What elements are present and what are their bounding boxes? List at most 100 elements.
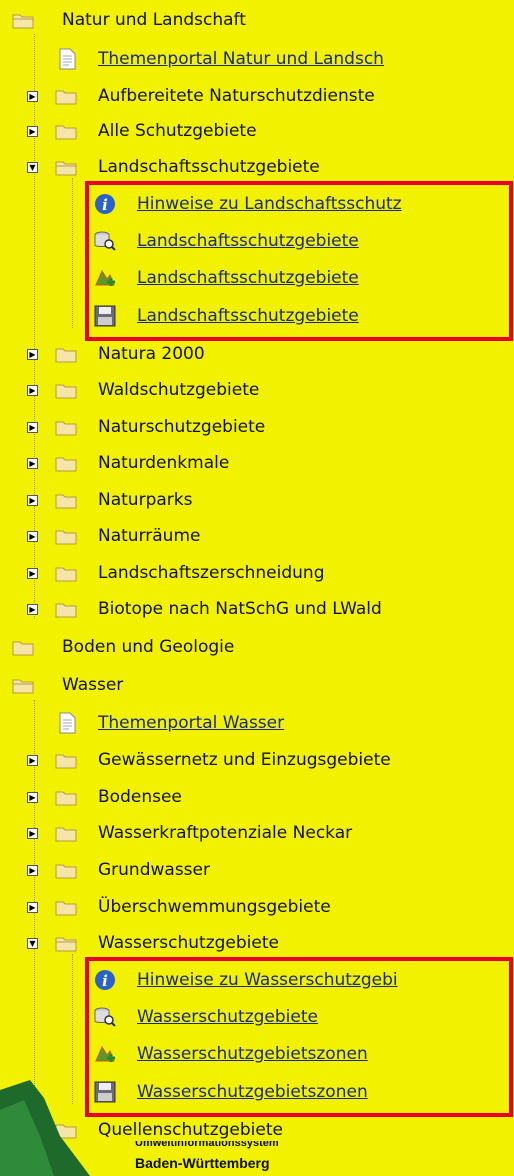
folder-icon bbox=[55, 754, 77, 769]
tree-folder-naturparks[interactable]: ▶ Naturparks bbox=[0, 486, 514, 514]
expand-icon[interactable]: ▶ bbox=[27, 91, 38, 102]
expand-icon[interactable]: ▶ bbox=[27, 865, 38, 876]
expand-icon[interactable]: ▶ bbox=[27, 792, 38, 803]
info-icon: i bbox=[95, 194, 115, 214]
svg-text:i: i bbox=[102, 972, 108, 990]
tree-folder-naturraeume[interactable]: ▶ Naturräume bbox=[0, 522, 514, 550]
tree-folder-zerschneidung[interactable]: ▶ Landschaftszerschneidung bbox=[0, 559, 514, 587]
folder-label: Wasserschutzgebiete bbox=[98, 933, 279, 953]
expand-icon[interactable]: ▶ bbox=[27, 458, 38, 469]
expand-icon[interactable]: ▶ bbox=[27, 755, 38, 766]
document-icon bbox=[59, 712, 76, 734]
tree-folder-natura[interactable]: ▶ Natura 2000 bbox=[0, 340, 514, 368]
add-layer-link[interactable]: Wasserschutzgebietszonen bbox=[137, 1044, 368, 1064]
tree-item-wsg-search[interactable]: Wasserschutzgebiete bbox=[0, 1003, 514, 1031]
download-link[interactable]: Wasserschutzgebietszonen bbox=[137, 1082, 368, 1102]
tree-folder-nsg[interactable]: ▶ Naturschutzgebiete bbox=[0, 413, 514, 441]
folder-label: Naturdenkmale bbox=[98, 453, 230, 473]
folder-label: Boden und Geologie bbox=[62, 637, 235, 657]
tree-folder-wasserschutzgebiete[interactable]: ▼ Wasserschutzgebiete bbox=[0, 929, 514, 957]
tree-folder-boden[interactable]: Boden und Geologie bbox=[0, 633, 514, 661]
hinweise-link[interactable]: Hinweise zu Landschaftsschutz bbox=[137, 194, 402, 214]
add-layer-link[interactable]: Landschaftsschutzgebiete bbox=[137, 268, 359, 288]
folder-icon bbox=[55, 348, 77, 363]
folder-open-icon bbox=[12, 14, 34, 29]
tree-folder-wasser[interactable]: Wasser bbox=[0, 671, 514, 699]
folder-label: Wasser bbox=[62, 675, 124, 695]
folder-label: Landschaftszerschneidung bbox=[98, 563, 325, 583]
folder-label: Überschwemmungsgebiete bbox=[98, 897, 331, 917]
expand-icon[interactable]: ▶ bbox=[27, 349, 38, 360]
tree-item-hinweise-lsg[interactable]: i Hinweise zu Landschaftsschutz bbox=[0, 190, 514, 218]
database-search-icon bbox=[94, 1007, 116, 1027]
tree-folder-aufbereitete[interactable]: ▶ Aufbereitete Naturschutzdienste bbox=[0, 82, 514, 110]
folder-open-icon bbox=[55, 937, 77, 952]
folder-icon bbox=[55, 603, 77, 618]
folder-label: Natur und Landschaft bbox=[62, 10, 246, 30]
folder-icon bbox=[55, 125, 77, 140]
logo-line1: Umweltinformationssystem bbox=[135, 1141, 279, 1149]
collapse-icon[interactable]: ▼ bbox=[27, 938, 38, 949]
folder-label: Naturparks bbox=[98, 490, 193, 510]
tree-item-lsg-search[interactable]: Landschaftsschutzgebiete bbox=[0, 227, 514, 255]
folder-icon bbox=[55, 90, 77, 105]
folder-icon bbox=[12, 641, 34, 656]
themenportal-link[interactable]: Themenportal Wasser bbox=[98, 713, 284, 733]
tree-folder-wald[interactable]: ▶ Waldschutzgebiete bbox=[0, 376, 514, 404]
info-icon: i bbox=[95, 970, 115, 990]
tree-folder-landschaftsschutzgebiete[interactable]: ▼ Landschaftsschutzgebiete bbox=[0, 153, 514, 181]
tree-folder-grundwasser[interactable]: ▶ Grundwasser bbox=[0, 856, 514, 884]
expand-icon[interactable]: ▶ bbox=[27, 531, 38, 542]
folder-label: Gewässernetz und Einzugsgebiete bbox=[98, 750, 391, 770]
tree-folder-natur[interactable]: Natur und Landschaft bbox=[0, 6, 514, 34]
expand-icon[interactable]: ▶ bbox=[27, 828, 38, 839]
search-layer-link[interactable]: Wasserschutzgebiete bbox=[137, 1007, 318, 1027]
folder-icon bbox=[55, 791, 77, 806]
expand-icon[interactable]: ▶ bbox=[27, 422, 38, 433]
folder-icon bbox=[55, 421, 77, 436]
tree-folder-bodensee[interactable]: ▶ Bodensee bbox=[0, 783, 514, 811]
folder-icon bbox=[55, 494, 77, 509]
search-layer-link[interactable]: Landschaftsschutzgebiete bbox=[137, 231, 359, 251]
tree-item-themenportal-natur[interactable]: Themenportal Natur und Landsch bbox=[0, 45, 514, 73]
folder-label: Waldschutzgebiete bbox=[98, 380, 260, 400]
folder-label: Bodensee bbox=[98, 787, 182, 807]
tree-folder-wasserkraft[interactable]: ▶ Wasserkraftpotenziale Neckar bbox=[0, 819, 514, 847]
folder-label: Natura 2000 bbox=[98, 344, 205, 364]
folder-icon bbox=[55, 384, 77, 399]
save-icon bbox=[94, 305, 116, 327]
tree-item-themenportal-wasser[interactable]: Themenportal Wasser bbox=[0, 709, 514, 737]
hinweise-link[interactable]: Hinweise zu Wasserschutzgebi bbox=[137, 970, 398, 990]
database-search-icon bbox=[94, 231, 116, 251]
expand-icon[interactable]: ▶ bbox=[27, 126, 38, 137]
collapse-icon[interactable]: ▼ bbox=[27, 162, 38, 173]
folder-label: Landschaftsschutzgebiete bbox=[98, 157, 320, 177]
expand-icon[interactable]: ▶ bbox=[27, 385, 38, 396]
svg-text:i: i bbox=[102, 196, 108, 214]
expand-icon[interactable]: ▶ bbox=[27, 604, 38, 615]
tree-folder-biotope[interactable]: ▶ Biotope nach NatSchG und LWald bbox=[0, 595, 514, 623]
folder-label: Biotope nach NatSchG und LWald bbox=[98, 599, 382, 619]
add-layer-icon bbox=[95, 269, 115, 286]
folder-label: Aufbereitete Naturschutzdienste bbox=[98, 86, 375, 106]
folder-icon bbox=[55, 864, 77, 879]
tree-item-lsg-download[interactable]: Landschaftsschutzgebiete bbox=[0, 302, 514, 330]
tree-folder-ueberschwemmung[interactable]: ▶ Überschwemmungsgebiete bbox=[0, 893, 514, 921]
expand-icon[interactable]: ▶ bbox=[27, 568, 38, 579]
folder-label: Alle Schutzgebiete bbox=[98, 121, 257, 141]
tree-folder-alle-schutzgebiete[interactable]: ▶ Alle Schutzgebiete bbox=[0, 117, 514, 145]
download-link[interactable]: Landschaftsschutzgebiete bbox=[137, 306, 359, 326]
tree-folder-naturdenkmale[interactable]: ▶ Naturdenkmale bbox=[0, 449, 514, 477]
folder-icon bbox=[55, 901, 77, 916]
folder-icon bbox=[55, 567, 77, 582]
tree-folder-gewaessernetz[interactable]: ▶ Gewässernetz und Einzugsgebiete bbox=[0, 746, 514, 774]
folder-icon bbox=[55, 530, 77, 545]
expand-icon[interactable]: ▶ bbox=[27, 902, 38, 913]
themenportal-link[interactable]: Themenportal Natur und Landsch bbox=[98, 49, 384, 69]
expand-icon[interactable]: ▶ bbox=[27, 495, 38, 506]
tree-item-wsg-add[interactable]: Wasserschutzgebietszonen bbox=[0, 1040, 514, 1068]
document-icon bbox=[59, 48, 76, 70]
tree-item-lsg-add[interactable]: Landschaftsschutzgebiete bbox=[0, 264, 514, 292]
add-layer-icon bbox=[95, 1045, 115, 1062]
tree-item-hinweise-wsg[interactable]: i Hinweise zu Wasserschutzgebi bbox=[0, 966, 514, 994]
